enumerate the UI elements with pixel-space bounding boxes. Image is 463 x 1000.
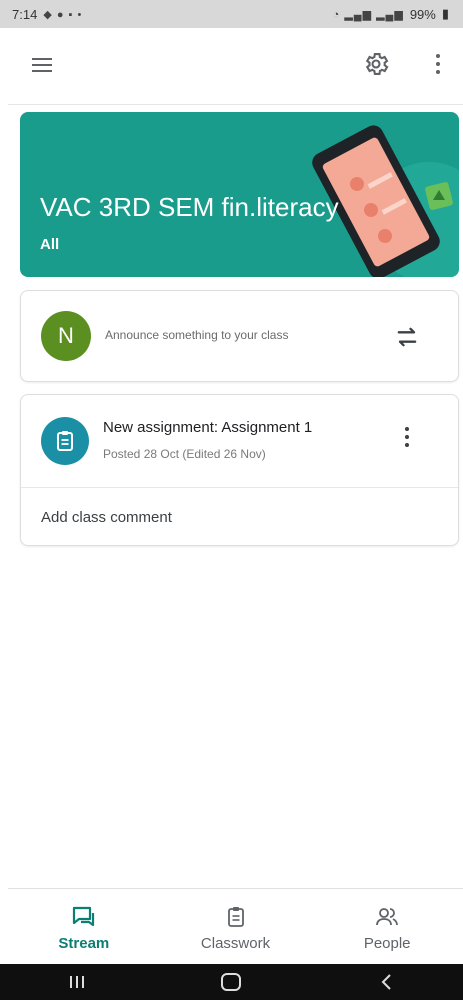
class-filter-label[interactable]: All [40, 236, 59, 253]
signal-icons: ◔ ▂▄▆ ▂▄▆ [332, 8, 404, 21]
announce-card[interactable]: N Announce something to your class [20, 290, 459, 382]
assignment-icon [41, 417, 89, 465]
app-bar [8, 28, 463, 105]
status-time: 7:14 [12, 6, 38, 22]
add-comment-button[interactable]: Add class comment [41, 509, 172, 526]
classwork-icon [227, 907, 244, 927]
stream-icon [72, 906, 94, 927]
back-icon[interactable] [366, 970, 406, 994]
people-icon [376, 908, 399, 926]
repost-icon[interactable] [393, 323, 421, 351]
more-options-icon[interactable] [428, 50, 448, 78]
avatar: N [41, 311, 91, 361]
notification-icons: ◆ ● ▪ • [43, 8, 83, 21]
battery-level: 99% [409, 6, 436, 22]
tab-classwork-label: Classwork [200, 935, 271, 952]
battery-icon: ▮ [441, 6, 449, 21]
tab-people[interactable]: People [311, 889, 463, 965]
bottom-nav: Stream Classwork People [8, 888, 463, 965]
assignment-title: New assignment: Assignment 1 [103, 419, 313, 436]
status-bar: 7:14 ◆ ● ▪ • ◔ ▂▄▆ ▂▄▆ 99% ▮ [0, 0, 463, 28]
class-banner[interactable]: VAC 3RD SEM fin.literacy All [20, 112, 459, 277]
assignment-meta: Posted 28 Oct (Edited 26 Nov) [103, 447, 266, 461]
recents-icon[interactable] [57, 970, 97, 994]
announce-placeholder[interactable]: Announce something to your class [105, 328, 288, 342]
system-nav-bar [0, 964, 463, 1000]
home-icon[interactable] [211, 970, 251, 994]
menu-icon[interactable] [32, 54, 56, 78]
assignment-post[interactable]: New assignment: Assignment 1 Posted 28 O… [21, 395, 458, 488]
class-title: VAC 3RD SEM fin.literacy [40, 192, 339, 222]
tab-stream[interactable]: Stream [8, 889, 160, 965]
assignment-card: New assignment: Assignment 1 Posted 28 O… [20, 394, 459, 546]
tab-people-label: People [363, 935, 411, 952]
gear-icon[interactable] [362, 50, 390, 78]
tab-classwork[interactable]: Classwork [160, 889, 312, 965]
more-options-icon[interactable] [397, 421, 417, 453]
tab-stream-label: Stream [58, 935, 110, 952]
